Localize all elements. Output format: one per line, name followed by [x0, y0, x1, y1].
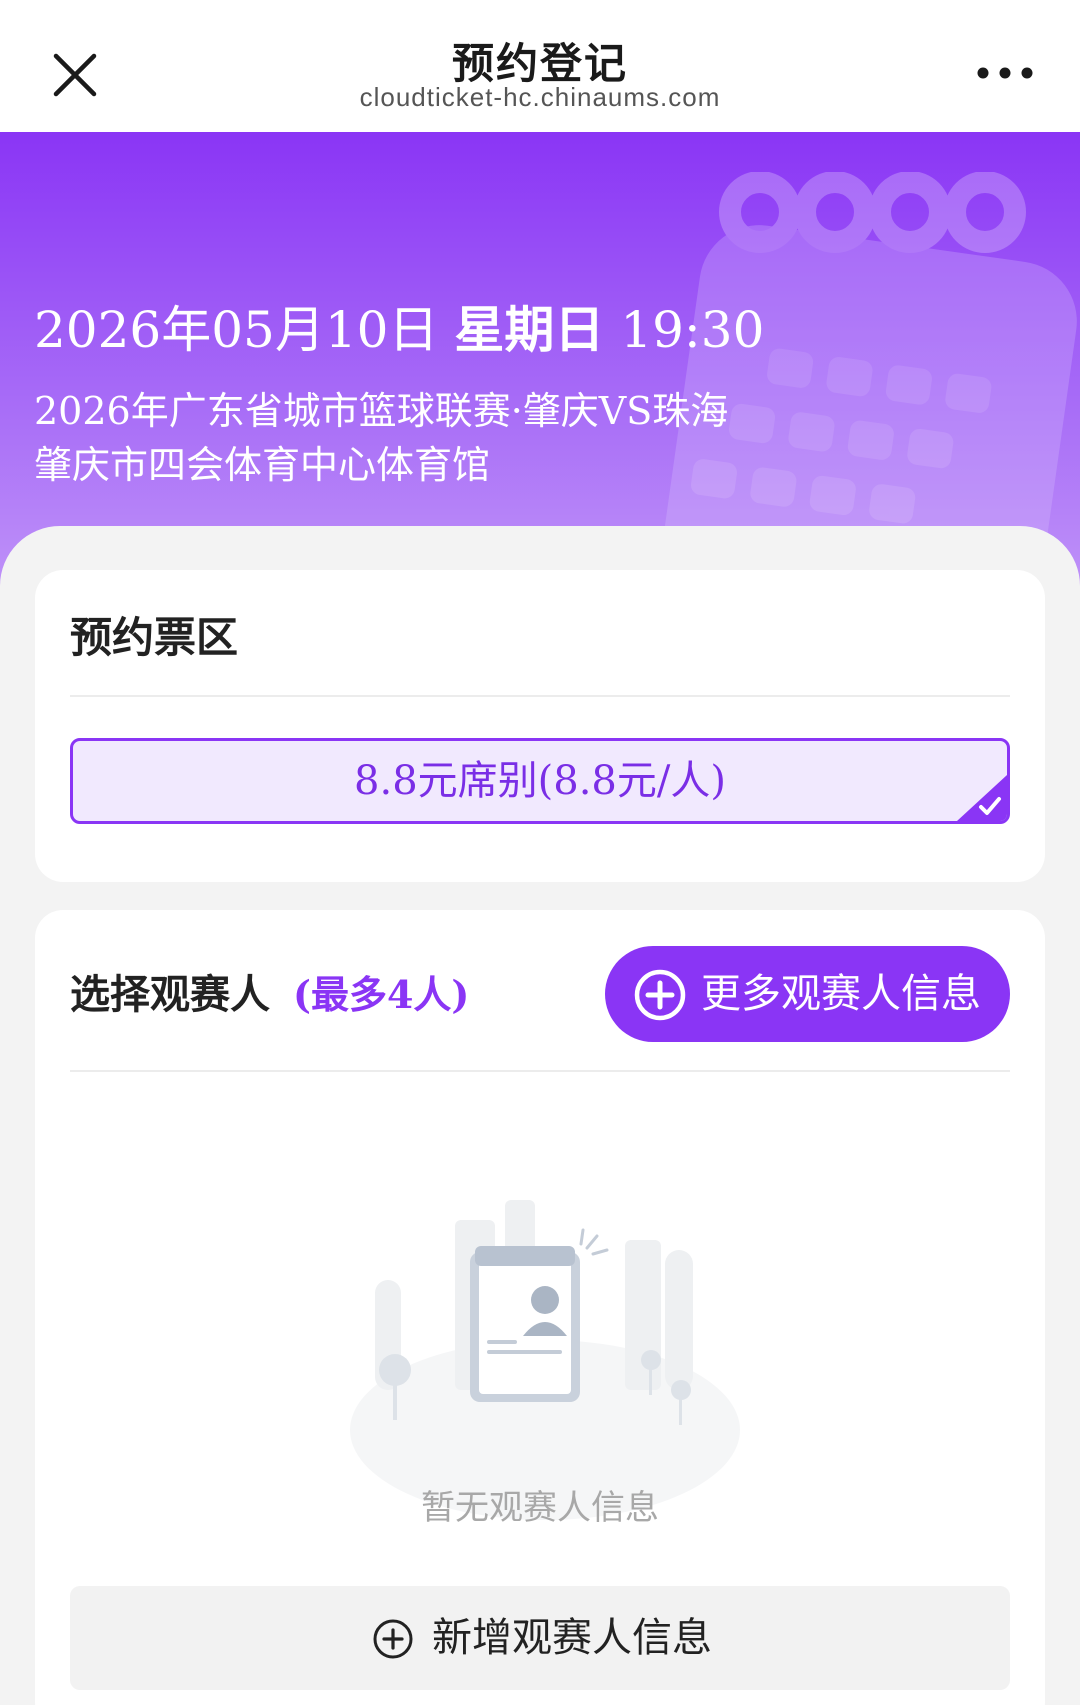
ticket-option-label: 8.8元席别(8.8元/人)	[354, 758, 726, 804]
plus-circle-icon	[373, 1619, 413, 1659]
event-date: 2026年05月10日	[34, 301, 439, 359]
ticket-zone-card: 预约票区 8.8元席别(8.8元/人)	[35, 570, 1045, 882]
audience-title: 选择观赛人	[70, 972, 270, 1018]
more-options-icon[interactable]	[975, 62, 1035, 84]
more-audience-button[interactable]: 更多观赛人信息	[605, 946, 1010, 1042]
audience-limit: (最多4人)	[293, 972, 470, 1017]
plus-circle-icon	[634, 969, 686, 1021]
divider	[70, 695, 1010, 697]
event-weekday: 星期日	[454, 301, 605, 359]
event-name: 2026年广东省城市篮球联赛·肇庆VS珠海	[34, 389, 729, 433]
audience-card: 选择观赛人 (最多4人) 更多观赛人信息 暂无观赛人信息 新增观赛人信息	[35, 910, 1045, 1705]
navigation-bar: 预约登记 cloudticket-hc.chinaums.com	[0, 0, 1080, 132]
event-banner: 2026年05月10日 星期日 19:30 2026年广东省城市篮球联赛·肇庆V…	[0, 132, 1080, 592]
add-audience-label: 新增观赛人信息	[432, 1615, 712, 1661]
event-time: 19:30	[620, 301, 765, 359]
ticket-zone-title: 预约票区	[70, 613, 239, 662]
divider	[70, 1070, 1010, 1072]
add-audience-button[interactable]: 新增观赛人信息	[70, 1586, 1010, 1690]
ticket-option-selected[interactable]: 8.8元席别(8.8元/人)	[70, 738, 1010, 824]
empty-state-text: 暂无观赛人信息	[421, 1488, 659, 1528]
event-venue: 肇庆市四会体育中心体育馆	[34, 443, 491, 487]
page-url: cloudticket-hc.chinaums.com	[359, 82, 721, 112]
event-datetime: 2026年05月10日 星期日 19:30	[34, 290, 764, 362]
checkmark-icon	[957, 775, 1007, 821]
more-audience-label: 更多观赛人信息	[701, 971, 981, 1017]
